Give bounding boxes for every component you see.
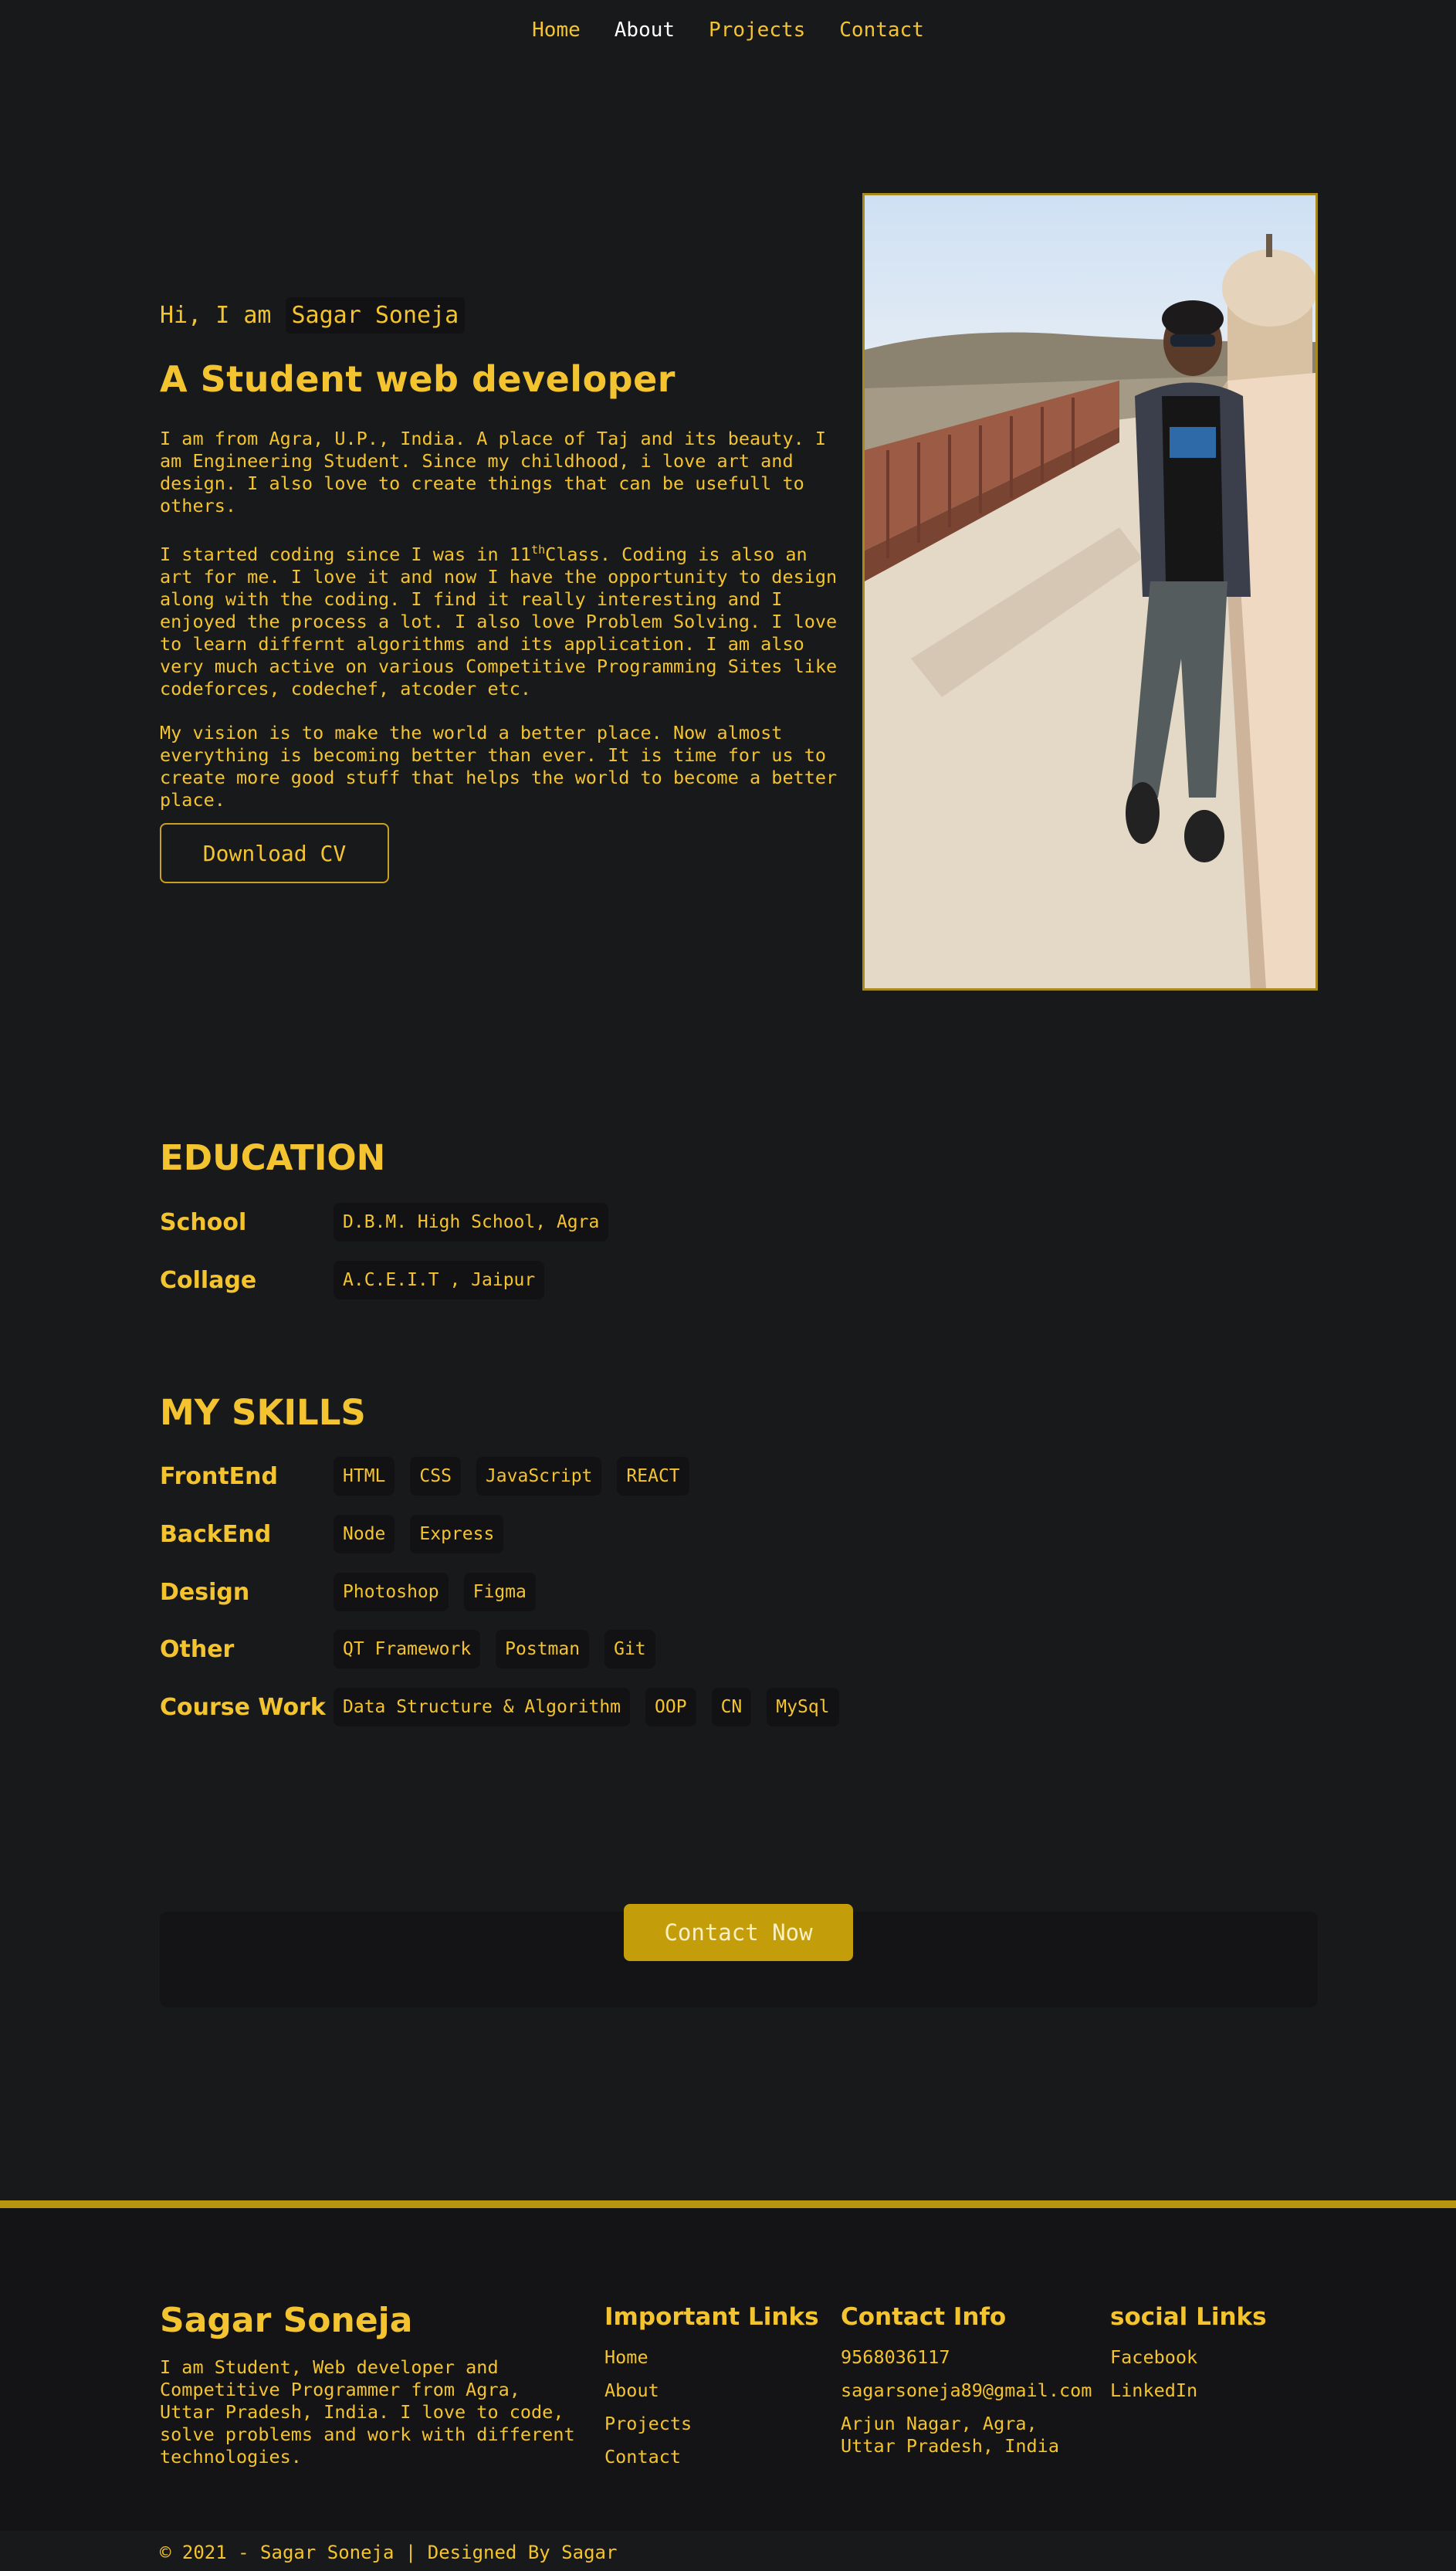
skill-chip: MySql (767, 1688, 839, 1726)
footer-link-facebook[interactable]: Facebook (1110, 2346, 1267, 2369)
skills-row-backend: BackEnd Node Express (160, 1515, 504, 1553)
footer-link-projects[interactable]: Projects (604, 2413, 819, 2435)
skill-label: Design (160, 1578, 250, 1606)
chip-group: Node Express (334, 1515, 504, 1553)
skill-chip: CSS (410, 1457, 461, 1496)
skill-chip: Photoshop (334, 1573, 449, 1611)
skill-chip: OOP (645, 1688, 696, 1726)
footer-link-linkedin[interactable]: LinkedIn (1110, 2380, 1267, 2402)
footer-contact-title: Contact Info (841, 2303, 1007, 2331)
nav-home[interactable]: Home (532, 19, 581, 42)
footer-divider (0, 2200, 1456, 2208)
skill-chip: CN (711, 1688, 752, 1726)
education-row-school: School D.B.M. High School, Agra (160, 1203, 609, 1241)
skills-row-other: Other QT Framework Postman Git (160, 1630, 655, 1668)
hero-text: Hi, I am Sagar Soneja A Student web deve… (160, 297, 843, 811)
bio-p2-end: Class. Coding is also an art for me. I l… (160, 543, 838, 699)
chip-group: Data Structure & Algorithm OOP CN MySql (334, 1688, 839, 1726)
footer-social-column: social Links Facebook LinkedIn (1110, 2303, 1267, 2413)
role-heading: A Student web developer (160, 358, 676, 400)
skill-chip: Node (334, 1515, 395, 1553)
footer-social-title: social Links (1110, 2303, 1267, 2331)
skills-row-design: Design Photoshop Figma (160, 1573, 536, 1611)
name-tag: Sagar Soneja (285, 297, 466, 334)
footer-address: Arjun Nagar, Agra, Uttar Pradesh, India (841, 2413, 1059, 2457)
nav-projects[interactable]: Projects (709, 19, 805, 42)
chip-group: Photoshop Figma (334, 1573, 536, 1611)
skills-row-frontend: FrontEnd HTML CSS JavaScript REACT (160, 1457, 689, 1496)
bio-paragraph-3: My vision is to make the world a better … (160, 721, 838, 811)
nav-contact[interactable]: Contact (839, 19, 924, 42)
bio-paragraph-2: I started coding since I was in 11thClas… (160, 539, 843, 700)
skill-chip: JavaScript (476, 1457, 602, 1496)
profile-photo (862, 193, 1318, 991)
bio-p2-sup: th (531, 543, 546, 557)
footer-link-about[interactable]: About (604, 2380, 819, 2402)
skill-chip: Git (604, 1630, 655, 1668)
skill-label: FrontEnd (160, 1462, 279, 1490)
skills-title: MY SKILLS (160, 1392, 366, 1433)
skill-chip: Data Structure & Algorithm (334, 1688, 631, 1726)
education-label: Collage (160, 1266, 257, 1294)
skill-chip: Express (410, 1515, 504, 1553)
footer-links-column: Important Links Home About Projects Cont… (604, 2303, 819, 2479)
greeting-text: Hi, I am (160, 302, 272, 329)
skill-chip: HTML (334, 1457, 395, 1496)
skill-chip: REACT (617, 1457, 689, 1496)
profile-photo-image (865, 195, 1315, 988)
education-row-collage: Collage A.C.E.I.T , Jaipur (160, 1261, 545, 1299)
nav-about[interactable]: About (615, 19, 675, 42)
footer-links-title: Important Links (604, 2303, 819, 2331)
chip-group: A.C.E.I.T , Jaipur (334, 1261, 545, 1299)
skills-row-coursework: Course Work Data Structure & Algorithm O… (160, 1688, 839, 1726)
download-cv-button[interactable]: Download CV (160, 823, 389, 883)
education-chip: A.C.E.I.T , Jaipur (334, 1261, 545, 1299)
footer-about: I am Student, Web developer and Competit… (160, 2356, 575, 2468)
footer-phone: 9568036117 (841, 2346, 950, 2368)
skill-chip: QT Framework (334, 1630, 481, 1668)
skill-chip: Figma (463, 1573, 536, 1611)
skill-label: Course Work (160, 1693, 326, 1721)
chip-group: HTML CSS JavaScript REACT (334, 1457, 689, 1496)
footer-name: Sagar Soneja (160, 2301, 413, 2340)
education-title: EDUCATION (160, 1137, 386, 1178)
footer-link-home[interactable]: Home (604, 2346, 819, 2369)
chip-group: D.B.M. High School, Agra (334, 1203, 609, 1241)
chip-group: QT Framework Postman Git (334, 1630, 655, 1668)
top-nav: Home About Projects Contact (0, 19, 1456, 42)
education-chip: D.B.M. High School, Agra (334, 1203, 609, 1241)
bio-paragraph-1: I am from Agra, U.P., India. A place of … (160, 428, 827, 517)
bio-p2-start: I started coding since I was in 11 (160, 543, 532, 565)
greeting-line: Hi, I am Sagar Soneja (160, 297, 843, 334)
skill-label: BackEnd (160, 1520, 272, 1548)
skill-chip: Postman (496, 1630, 590, 1668)
education-label: School (160, 1208, 247, 1236)
skill-label: Other (160, 1635, 235, 1663)
footer-email: sagarsoneja89@gmail.com (841, 2380, 1092, 2401)
contact-now-button[interactable]: Contact Now (624, 1904, 853, 1961)
copyright-text: © 2021 - Sagar Soneja | Designed By Saga… (160, 2542, 618, 2563)
footer-link-contact[interactable]: Contact (604, 2446, 819, 2468)
footer-contact-column: Contact Info 9568036117 sagarsoneja89@gm… (841, 2303, 1095, 2468)
